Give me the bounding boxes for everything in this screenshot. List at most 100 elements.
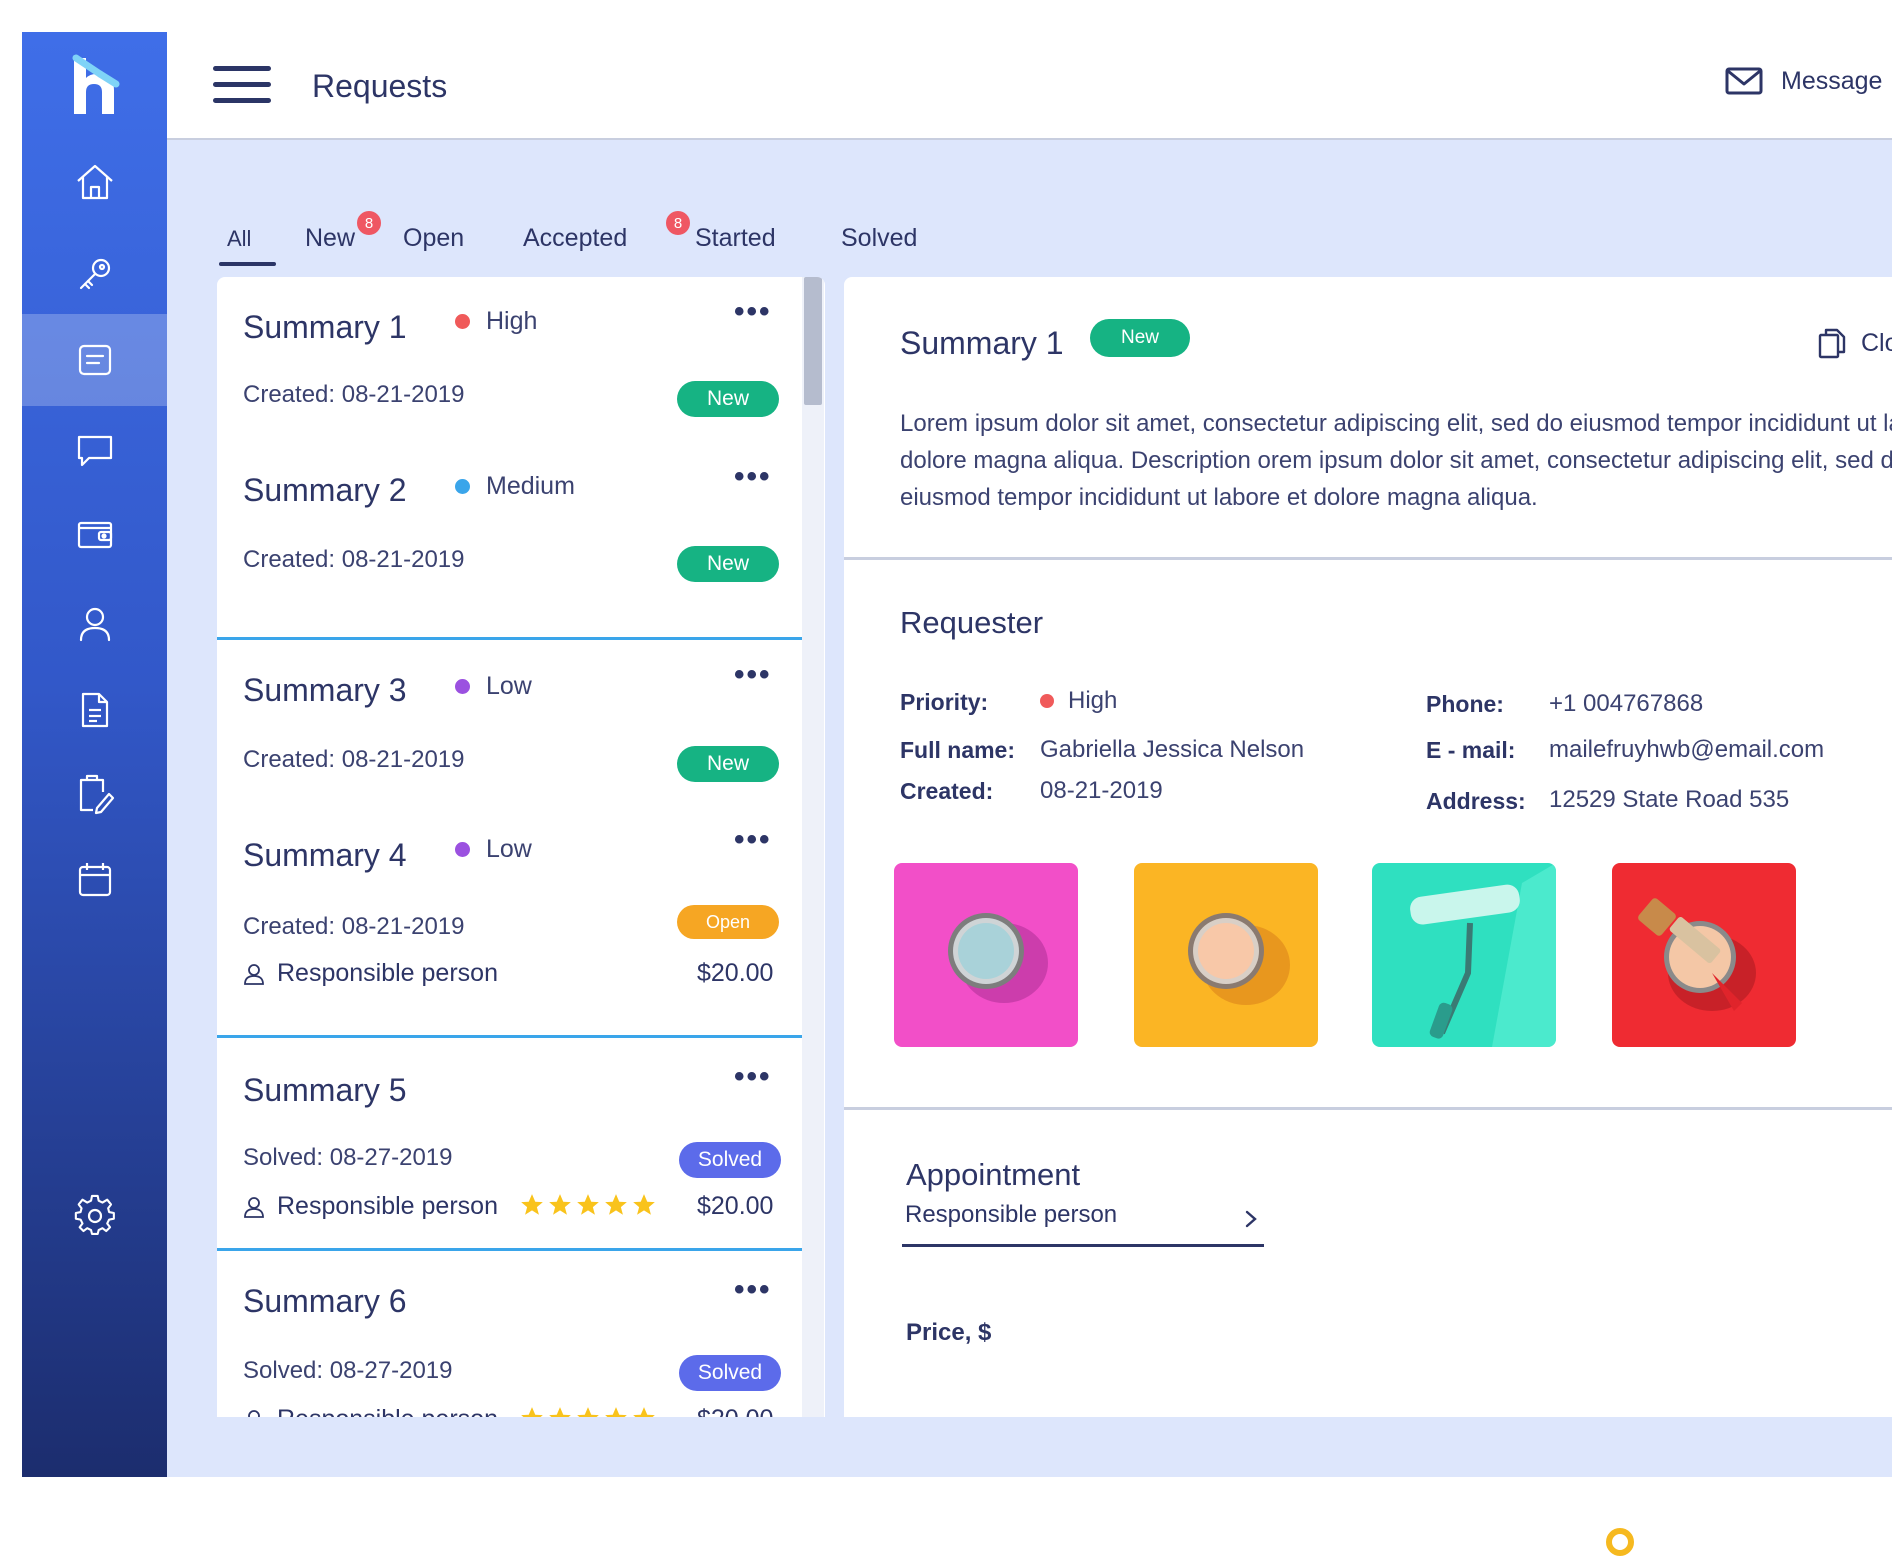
rating-stars (519, 1405, 657, 1417)
star-icon (605, 1407, 627, 1417)
paint-roller-photo[interactable] (1372, 863, 1556, 1047)
card-date: Created: 08-21-2019 (243, 546, 465, 573)
request-card[interactable]: Summary 5 ••• Solved: 08-27-2019 Solved … (217, 1038, 802, 1248)
request-card[interactable]: Summary 3 Low ••• Created: 08-21-2019 Ne… (217, 640, 802, 805)
priority-field-label: Priority: (900, 689, 989, 715)
tab-new-badge: 8 (355, 209, 383, 237)
clone-button[interactable]: Clone (1817, 327, 1892, 359)
paint-can-image (1188, 913, 1290, 1005)
star-icon (577, 1194, 599, 1215)
nav-calendar[interactable] (22, 834, 167, 926)
card-title: Summary 5 (243, 1072, 407, 1108)
responsible-person[interactable]: Responsible person (243, 1192, 498, 1221)
card-title: Summary 1 (243, 309, 407, 345)
address-field-value: 12529 State Road 535 (1549, 786, 1790, 813)
document-icon (81, 692, 108, 728)
phone-field-value[interactable]: +1 004767868 (1549, 690, 1703, 718)
card-date: Solved: 08-27-2019 (243, 1144, 453, 1171)
responsible-person[interactable]: Responsible person (243, 959, 498, 988)
nav-documents[interactable] (22, 664, 167, 756)
responsible-person-selector[interactable]: Responsible person (902, 1197, 1264, 1247)
card-date: Solved: 08-27-2019 (243, 1357, 453, 1384)
responsible-label: Responsible person (277, 959, 498, 987)
tab-all[interactable]: All (227, 226, 251, 252)
priority-dot (455, 679, 470, 694)
copy-icon (1818, 328, 1846, 359)
nav-messages[interactable] (22, 404, 167, 496)
section-divider (844, 557, 1892, 560)
paint-brush-photo[interactable] (1612, 863, 1796, 1047)
settings-icon (74, 1194, 115, 1235)
priority-indicator: Low (455, 672, 532, 701)
decorative-ring (1606, 1528, 1634, 1556)
paint-can-yellow-photo[interactable] (1134, 863, 1318, 1047)
tab-accepted-badge: 8 (664, 209, 692, 237)
tab-solved[interactable]: Solved (841, 224, 917, 253)
clone-label: Clone (1861, 328, 1892, 357)
created-field-label: Created: (900, 778, 994, 804)
priority-field-value: High (1040, 687, 1117, 715)
nav-settings[interactable] (22, 1170, 167, 1262)
request-card[interactable]: Summary 6 ••• Solved: 08-27-2019 Solved … (217, 1251, 802, 1417)
menu-icon[interactable] (213, 66, 271, 106)
responsible-label: Responsible person (277, 1405, 498, 1417)
more-options-icon[interactable]: ••• (734, 1062, 772, 1092)
request-card[interactable]: Summary 1 High ••• Created: 08-21-2019 N… (217, 277, 802, 447)
detail-title: Summary 1 (900, 325, 1064, 361)
status-tabs: All New 8 Open Accepted 8 Started Solved (167, 140, 1892, 290)
edit-document-icon (79, 774, 114, 815)
tab-new[interactable]: New (305, 224, 355, 253)
priority-dot (455, 314, 470, 329)
scrollbar-thumb[interactable] (804, 277, 822, 405)
nav-home[interactable] (22, 136, 167, 228)
tab-open[interactable]: Open (403, 224, 464, 253)
more-options-icon[interactable]: ••• (734, 462, 772, 492)
rating-stars (519, 1192, 657, 1218)
section-divider (844, 1107, 1892, 1110)
user-icon (244, 963, 264, 985)
priority-dot (455, 479, 470, 494)
nav-profile[interactable] (22, 578, 167, 670)
responsible-label: Responsible person (277, 1192, 498, 1220)
star-icon (521, 1194, 543, 1215)
email-field-value[interactable]: mailefruyhwb@email.com (1549, 736, 1824, 764)
nav-edit[interactable] (22, 748, 167, 840)
paint-brush-image (1638, 898, 1756, 1011)
active-tab-indicator (219, 262, 276, 266)
more-options-icon[interactable]: ••• (734, 825, 772, 855)
tab-accepted[interactable]: Accepted (523, 224, 627, 253)
responsible-person[interactable]: Responsible person (243, 1405, 498, 1417)
sidebar (22, 32, 167, 1477)
card-date: Created: 08-21-2019 (243, 381, 465, 408)
nav-requests[interactable] (22, 314, 167, 406)
paint-can-image (948, 913, 1048, 1003)
user-icon (244, 1196, 264, 1218)
paint-can-pink-photo[interactable] (894, 863, 1078, 1047)
card-title: Summary 4 (243, 837, 407, 873)
request-detail: Summary 1 New Clone Lorem ipsum dolor si… (844, 277, 1892, 1417)
more-options-icon[interactable]: ••• (734, 297, 772, 327)
message-button[interactable]: Message (1725, 66, 1882, 96)
star-icon (521, 1407, 543, 1417)
nav-keys[interactable] (22, 228, 167, 320)
more-options-icon[interactable]: ••• (734, 1275, 772, 1305)
chat-icon (77, 435, 112, 467)
list-scrollbar[interactable] (802, 277, 824, 1417)
request-card[interactable]: Summary 4 Low ••• Created: 08-21-2019 Op… (217, 805, 802, 1035)
price-field-label[interactable]: Price, $ (906, 1319, 991, 1347)
tab-started[interactable]: Started (695, 224, 776, 253)
request-card[interactable]: Summary 2 Medium ••• Created: 08-21-2019… (217, 442, 802, 612)
user-icon (79, 607, 110, 642)
requester-heading: Requester (900, 605, 1044, 640)
page-title: Requests (312, 68, 448, 104)
star-icon (633, 1194, 655, 1215)
more-options-icon[interactable]: ••• (734, 660, 772, 690)
card-price: $20.00 (697, 1192, 774, 1220)
requests-icon (78, 344, 111, 376)
nav-wallet[interactable] (22, 488, 167, 580)
phone-field-label: Phone: (1426, 691, 1504, 717)
priority-dot (455, 842, 470, 857)
status-badge: New (677, 746, 779, 782)
mail-icon (1725, 67, 1763, 95)
appointment-heading: Appointment (906, 1157, 1081, 1192)
